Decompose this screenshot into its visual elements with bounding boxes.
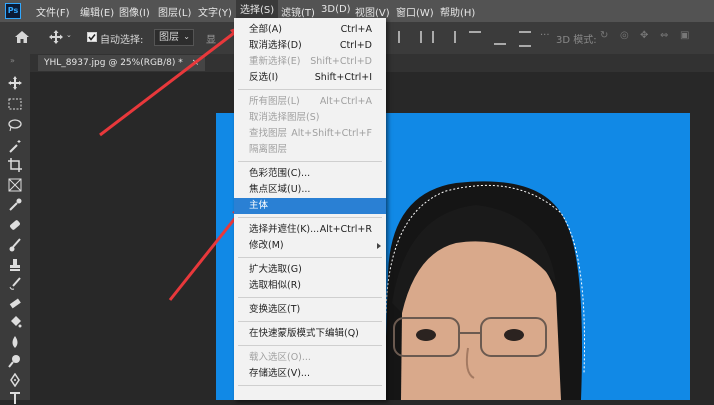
menu-item-load-selection[interactable]: 载入选区(O)... <box>234 350 386 366</box>
menu-item-quick-mask[interactable]: 在快速蒙版模式下编辑(Q) <box>234 326 386 342</box>
menu-separator <box>238 321 382 322</box>
menu-item-color-range[interactable]: 色彩范围(C)... <box>234 166 386 182</box>
menu-separator <box>238 257 382 258</box>
menu-separator <box>238 161 382 162</box>
menu-item-modify[interactable]: 修改(M) <box>234 238 386 254</box>
arrow-to-select-menu <box>99 28 239 137</box>
menu-item-deselect-layers[interactable]: 取消选择图层(S) <box>234 110 386 126</box>
menu-item-reselect[interactable]: 重新选择(E) Shift+Ctrl+D <box>234 54 386 70</box>
select-menu-dropdown: 全部(A) Ctrl+A 取消选择(D) Ctrl+D 重新选择(E) Shift+C… <box>234 18 386 400</box>
menu-separator <box>238 385 382 386</box>
menu-item-transform-selection[interactable]: 变换选区(T) <box>234 302 386 318</box>
menu-item-deselect[interactable]: 取消选择(D) Ctrl+D <box>234 38 386 54</box>
submenu-arrow-icon <box>377 243 381 249</box>
menu-item-select-and-mask[interactable]: 选择并遮住(K)... Alt+Ctrl+R <box>234 222 386 238</box>
menu-item-save-selection[interactable]: 存储选区(V)... <box>234 366 386 382</box>
menu-item-find-layers[interactable]: 查找图层 Alt+Shift+Ctrl+F <box>234 126 386 142</box>
menu-item-isolate-layers[interactable]: 隔离图层 <box>234 142 386 158</box>
menu-separator <box>238 217 382 218</box>
menu-separator <box>238 297 382 298</box>
menu-item-subject[interactable]: 主体 <box>234 198 386 214</box>
menu-item-focus-area[interactable]: 焦点区域(U)... <box>234 182 386 198</box>
menu-item-similar[interactable]: 选取相似(R) <box>234 278 386 294</box>
menu-item-inverse[interactable]: 反选(I) Shift+Ctrl+I <box>234 70 386 86</box>
menu-separator <box>238 345 382 346</box>
menu-item-grow[interactable]: 扩大选取(G) <box>234 262 386 278</box>
menu-item-all-layers[interactable]: 所有图层(L) Alt+Ctrl+A <box>234 94 386 110</box>
menu-separator <box>238 89 382 90</box>
arrow-to-subject-item <box>168 211 242 301</box>
menu-item-all[interactable]: 全部(A) Ctrl+A <box>234 22 386 38</box>
